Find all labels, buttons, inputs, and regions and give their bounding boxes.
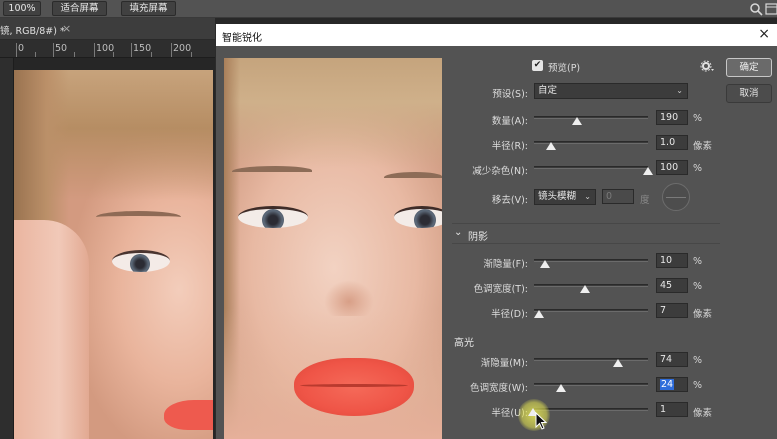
remove-value: 镜头模糊	[538, 191, 577, 202]
photo-hand	[14, 220, 89, 439]
shadow-radius-input[interactable]: 7	[656, 303, 688, 318]
highlight-fade-unit: %	[693, 355, 703, 366]
tab-close-icon[interactable]: ×	[62, 22, 71, 35]
smart-sharpen-dialog: 智能锐化 × 确定 取消 ✔ 预览(P) 预设(S): 自定 ⌄ 数量(A):	[215, 24, 777, 439]
shadow-radius-slider-thumb[interactable]	[533, 310, 544, 318]
preview-hair	[224, 58, 442, 168]
preview-checkbox-label: 预览(P)	[548, 63, 581, 74]
shadow-radius-slider[interactable]	[534, 309, 648, 312]
highlight-fade-input[interactable]: 74	[656, 352, 688, 367]
shadow-radius-unit: 像素	[693, 309, 713, 320]
radius-input[interactable]: 1.0	[656, 135, 688, 150]
dialog-close-icon[interactable]: ×	[758, 26, 770, 42]
fill-screen-button[interactable]: 填充屏幕	[121, 1, 176, 16]
fit-screen-button[interactable]: 适合屏幕	[52, 1, 107, 16]
noise-input[interactable]: 100	[656, 160, 688, 175]
angle-input[interactable]: 0	[602, 189, 634, 204]
highlight-radius-input[interactable]: 1	[656, 402, 688, 417]
vertical-ruler	[0, 58, 14, 439]
amount-slider[interactable]	[534, 116, 648, 119]
remove-label: 移去(V):	[491, 195, 528, 206]
dialog-titlebar[interactable]: 智能锐化 ×	[216, 24, 777, 46]
photo-lips	[164, 400, 213, 430]
shadow-fade-slider[interactable]	[534, 259, 648, 262]
preview-left-eye	[238, 206, 308, 228]
ruler-label: 200	[173, 43, 192, 54]
radius-label: 半径(R):	[491, 141, 528, 152]
canvas-photo[interactable]	[14, 70, 213, 439]
preview-right-eyebrow	[384, 172, 442, 182]
highlight-tonal-slider-thumb[interactable]	[556, 384, 567, 392]
radius-slider-thumb[interactable]	[546, 142, 557, 150]
preview-lips	[294, 358, 414, 416]
zoom-100-button[interactable]: 100%	[3, 1, 41, 16]
shadow-fade-slider-thumb[interactable]	[540, 260, 551, 268]
mouse-pointer-icon	[535, 412, 547, 430]
amount-label: 数量(A):	[491, 116, 528, 127]
document-tab-label: 镜, RGB/8#) *	[0, 26, 65, 37]
preset-select[interactable]: 自定 ⌄	[534, 83, 688, 99]
settings-gear-icon[interactable]	[700, 60, 714, 72]
highlight-radius-unit: 像素	[693, 408, 713, 419]
document-tab[interactable]: 镜, RGB/8#) * ×	[0, 18, 215, 40]
highlight-fade-label: 渐隐量(M):	[480, 358, 528, 369]
preset-label: 预设(S):	[492, 89, 528, 100]
shadow-tonal-unit: %	[693, 281, 703, 292]
workspace-icon[interactable]	[765, 2, 777, 16]
remove-select[interactable]: 镜头模糊 ⌄	[534, 189, 596, 205]
section-divider	[452, 243, 720, 244]
shadow-tonal-slider-thumb[interactable]	[580, 285, 591, 293]
noise-label: 减少杂色(N):	[472, 166, 528, 177]
chevron-down-icon: ⌄	[584, 192, 591, 201]
preset-value: 自定	[538, 85, 558, 96]
highlight-tonal-label: 色调宽度(W):	[469, 383, 528, 394]
shadow-tonal-slider[interactable]	[534, 284, 648, 287]
shadow-fade-input[interactable]: 10	[656, 253, 688, 268]
preview-checkbox[interactable]: ✔	[532, 60, 543, 71]
shadow-tonal-input[interactable]: 45	[656, 278, 688, 293]
preview-lip-line	[300, 384, 408, 387]
angle-dial[interactable]	[662, 183, 690, 211]
highlights-section-title: 高光	[454, 338, 474, 349]
preview-image[interactable]	[224, 58, 442, 439]
noise-slider-thumb[interactable]	[643, 167, 653, 175]
highlight-tonal-value: 24	[660, 379, 675, 390]
ruler-label: 0	[18, 43, 25, 54]
horizontal-ruler: 0 50 100 150 200	[0, 40, 215, 58]
amount-input[interactable]: 190	[656, 110, 688, 125]
shadows-chevron-icon[interactable]: ⌄	[454, 227, 462, 238]
photo-eye	[112, 250, 170, 272]
shadow-fade-label: 渐隐量(F):	[483, 259, 528, 270]
highlight-fade-slider-thumb[interactable]	[613, 359, 624, 367]
preview-right-eye	[394, 206, 442, 228]
ruler-label: 100	[96, 43, 115, 54]
ruler-label: 50	[55, 43, 68, 54]
ok-button[interactable]: 确定	[726, 58, 772, 77]
ruler-label: 150	[133, 43, 152, 54]
photo-eyebrow	[96, 211, 181, 223]
options-bar: 100% 适合屏幕 填充屏幕	[0, 0, 777, 18]
highlight-radius-slider[interactable]	[534, 408, 648, 411]
preview-left-eyebrow	[232, 166, 312, 176]
highlight-tonal-input[interactable]: 24	[656, 377, 688, 392]
noise-unit: %	[693, 163, 703, 174]
highlight-fade-slider[interactable]	[534, 358, 648, 361]
shadows-section-title: 阴影	[468, 232, 488, 243]
search-icon[interactable]	[749, 2, 763, 16]
shadow-tonal-label: 色调宽度(T):	[473, 284, 528, 295]
shadow-radius-label: 半径(D):	[491, 309, 528, 320]
cancel-button[interactable]: 取消	[726, 84, 772, 103]
shadow-fade-unit: %	[693, 256, 703, 267]
highlight-tonal-slider[interactable]	[534, 383, 648, 386]
noise-slider[interactable]	[534, 166, 648, 169]
dialog-title: 智能锐化	[222, 33, 262, 44]
angle-unit: 度	[640, 195, 650, 206]
section-divider	[452, 223, 720, 224]
amount-slider-thumb[interactable]	[572, 117, 583, 125]
radius-unit: 像素	[693, 141, 713, 152]
highlight-tonal-unit: %	[693, 380, 703, 391]
chevron-down-icon: ⌄	[676, 86, 683, 95]
amount-unit: %	[693, 113, 703, 124]
